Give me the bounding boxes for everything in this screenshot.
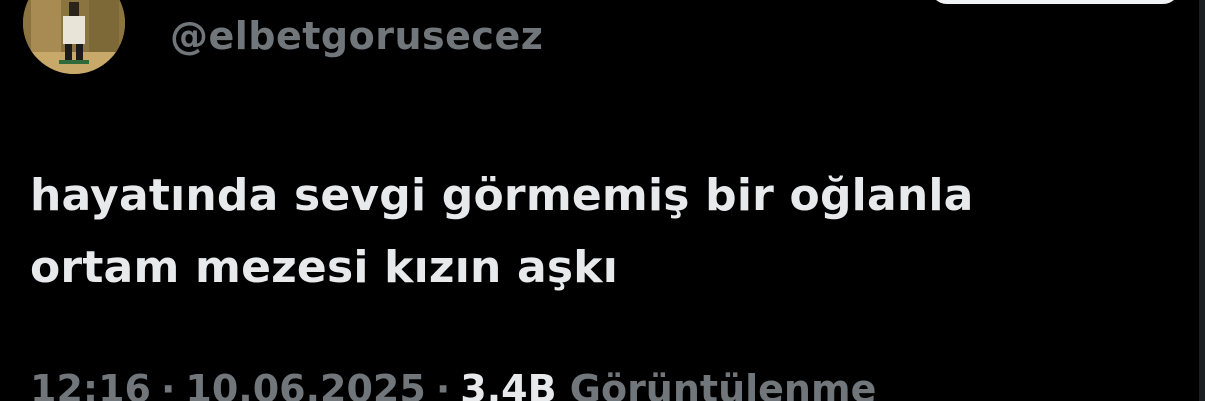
avatar[interactable] xyxy=(23,0,125,74)
tweet-text: hayatında sevgi görmemiş bir oğlanla ort… xyxy=(30,160,1150,304)
avatar-photo-icon xyxy=(23,0,125,74)
user-handle[interactable]: @elbetgorusecez xyxy=(170,14,543,58)
meta-separator: · xyxy=(160,367,176,401)
views-label: Görüntülenme xyxy=(569,367,877,401)
tweet-date[interactable]: 10.06.2025 xyxy=(185,367,425,401)
meta-separator: · xyxy=(435,367,451,401)
views-count[interactable]: 3,4B xyxy=(460,367,556,401)
tweet-meta: 12:16 · 10.06.2025 · 3,4B Görüntülenme xyxy=(30,366,876,401)
tweet-time[interactable]: 12:16 xyxy=(30,367,151,401)
display-name-fragment[interactable] xyxy=(172,0,212,10)
tweet-card: @elbetgorusecez hayatında sevgi görmemiş… xyxy=(0,0,1205,401)
scrollbar-edge xyxy=(1199,0,1205,401)
tweet-text-line: hayatında sevgi görmemiş bir oğlanla xyxy=(30,170,974,221)
tweet-text-line: ortam mezesi kızın aşkı xyxy=(30,242,619,293)
follow-button[interactable] xyxy=(930,0,1180,4)
